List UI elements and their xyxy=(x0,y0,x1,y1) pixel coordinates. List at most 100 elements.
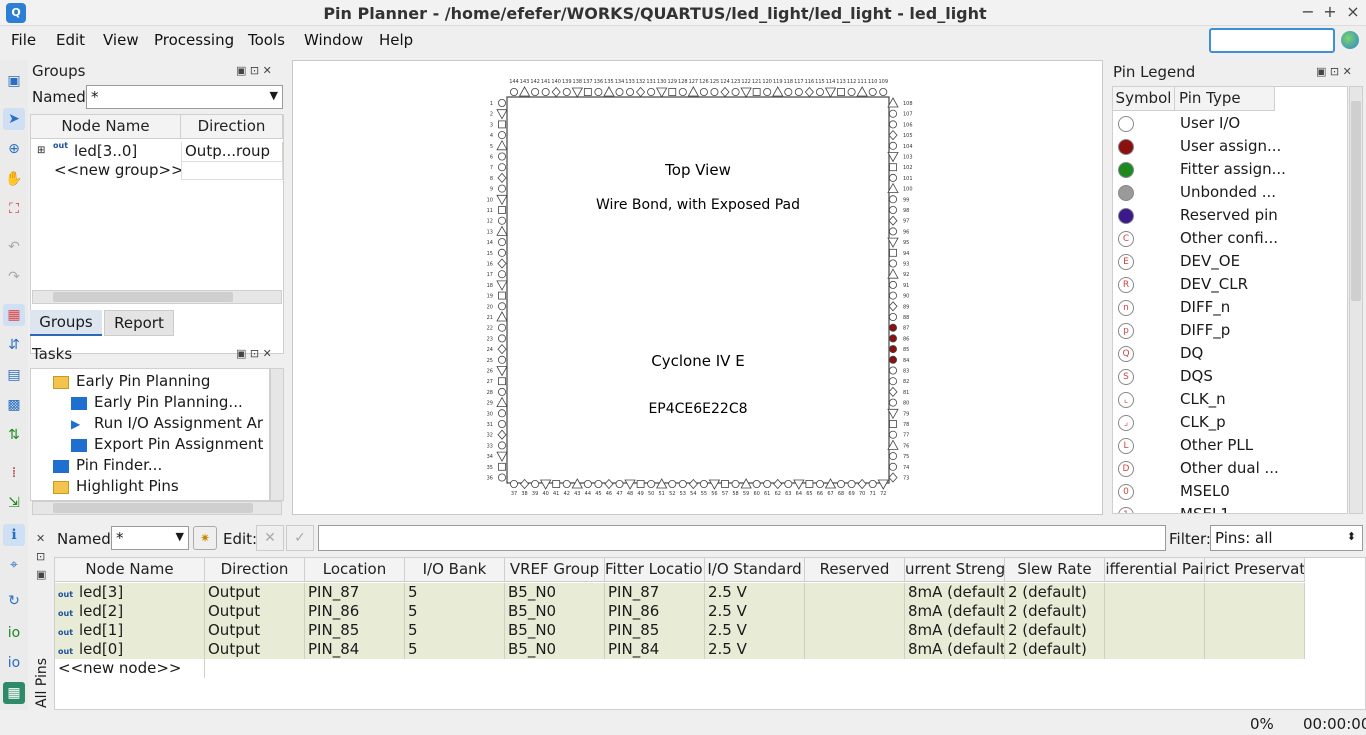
pin-135[interactable] xyxy=(603,86,615,97)
diff-cell[interactable] xyxy=(1105,602,1205,621)
fitter-cell[interactable]: PIN_84 xyxy=(605,640,705,659)
menu-window[interactable]: Window xyxy=(304,31,363,49)
location-cell[interactable]: PIN_84 xyxy=(305,640,405,659)
reserved-cell[interactable] xyxy=(805,583,905,602)
menu-help[interactable]: Help xyxy=(379,31,413,49)
pin-116[interactable] xyxy=(804,86,814,98)
pin-73[interactable] xyxy=(888,472,898,483)
pin-57[interactable] xyxy=(721,480,729,488)
pins-column-header[interactable]: VREF Group xyxy=(505,558,605,582)
pin-28[interactable] xyxy=(497,387,506,396)
pin-47[interactable] xyxy=(615,479,624,488)
pin-125[interactable] xyxy=(710,87,719,96)
node-name-cell[interactable]: out led[3] xyxy=(55,583,205,602)
groups-scrollbar[interactable] xyxy=(32,290,282,304)
pin-82[interactable] xyxy=(889,377,898,386)
panel-buttons[interactable]: ▣ ⊡ ✕ xyxy=(236,64,272,77)
pin-50[interactable] xyxy=(647,479,656,488)
slew-cell[interactable]: 2 (default) xyxy=(1005,640,1105,659)
direction-cell[interactable]: Output xyxy=(205,602,305,621)
pin-2[interactable] xyxy=(496,109,508,120)
bank-cell[interactable]: 5 xyxy=(405,640,505,659)
pin-45[interactable] xyxy=(594,479,603,488)
pin-133[interactable] xyxy=(626,87,635,96)
table-row[interactable]: out led[3] Output PIN_87 5 B5_N0 PIN_87 2.5 V 8m… xyxy=(55,583,1305,602)
pin-3[interactable] xyxy=(498,120,506,129)
pin-15[interactable] xyxy=(497,248,506,257)
pin-31[interactable] xyxy=(497,419,506,428)
slew-cell[interactable]: 2 (default) xyxy=(1005,621,1105,640)
table-row[interactable]: out led[0] Output PIN_84 5 B5_N0 PIN_84 2.5 V 8m… xyxy=(55,640,1305,659)
pins-column-header[interactable]: I/O Bank xyxy=(405,558,505,582)
standard-cell[interactable]: 2.5 V xyxy=(705,602,805,621)
pin-84[interactable] xyxy=(889,355,898,364)
pin-35[interactable] xyxy=(498,462,506,471)
panel-buttons[interactable]: ✕ ⊡ ▣ xyxy=(36,530,48,584)
pin-48[interactable] xyxy=(624,479,636,490)
pin-74[interactable] xyxy=(889,462,898,471)
pin-80[interactable] xyxy=(889,398,898,407)
pin-66[interactable] xyxy=(815,479,824,488)
pin-137[interactable] xyxy=(583,88,592,96)
pin-139[interactable] xyxy=(562,87,571,96)
chevron-down-icon[interactable]: ▼ xyxy=(176,530,184,543)
location-cell[interactable]: PIN_85 xyxy=(305,621,405,640)
pin-134[interactable] xyxy=(615,87,624,96)
menu-view[interactable]: View xyxy=(103,31,139,49)
pin-129[interactable] xyxy=(668,88,677,96)
pin-128[interactable] xyxy=(678,87,687,96)
pin-planner-icon[interactable]: ▣ xyxy=(3,70,25,92)
diff-cell[interactable] xyxy=(1105,640,1205,659)
new-node-row[interactable]: <<new node>> xyxy=(55,659,205,678)
task-item[interactable]: Highlight Pins xyxy=(53,477,179,495)
pins-column-header[interactable]: Reserved xyxy=(805,558,905,582)
pin-93[interactable] xyxy=(889,259,898,268)
pin-140[interactable] xyxy=(551,86,561,98)
pin-9[interactable] xyxy=(497,184,506,193)
pin-99[interactable] xyxy=(889,195,898,204)
groups-named-field[interactable]: * ▼ xyxy=(86,85,283,109)
menu-tools[interactable]: Tools xyxy=(248,31,285,49)
pin-143[interactable] xyxy=(518,86,531,97)
legend-col-symbol[interactable]: Symbol xyxy=(1113,87,1175,111)
pin-78[interactable] xyxy=(889,420,897,428)
diff-cell[interactable] xyxy=(1105,583,1205,602)
pin-114[interactable] xyxy=(824,87,837,98)
edit-input[interactable] xyxy=(318,525,1166,551)
pin-1[interactable] xyxy=(497,99,506,108)
fitter-cell[interactable]: PIN_85 xyxy=(605,621,705,640)
pins-column-header[interactable]: Location xyxy=(305,558,405,582)
pin-49[interactable] xyxy=(636,480,645,488)
pin-120[interactable] xyxy=(763,87,772,96)
pin-83[interactable] xyxy=(889,366,898,375)
task-item[interactable]: ▶ Run I/O Assignment Ar xyxy=(71,414,263,432)
io-icon[interactable]: io xyxy=(3,622,25,644)
pin-117[interactable] xyxy=(794,87,803,96)
pin-5[interactable] xyxy=(496,139,508,151)
pin-119[interactable] xyxy=(772,86,784,97)
pin-17[interactable] xyxy=(497,270,506,279)
pin-58[interactable] xyxy=(731,479,740,488)
current-cell[interactable]: 8mA (default) xyxy=(905,602,1005,621)
pins-column-header[interactable]: ifferential Pai xyxy=(1105,558,1205,582)
pin-111[interactable] xyxy=(856,86,868,97)
pin-63[interactable] xyxy=(784,479,793,488)
pin-23[interactable] xyxy=(497,334,506,343)
pin-75[interactable] xyxy=(889,452,898,461)
pins-column-header[interactable]: urrent Strengt xyxy=(905,558,1005,582)
diff-pin-icon[interactable]: ⇵ xyxy=(3,334,25,356)
menu-processing[interactable]: Processing xyxy=(154,31,234,49)
tasks-hscrollbar[interactable] xyxy=(32,501,282,515)
export-icon[interactable]: ⇲ xyxy=(3,492,25,514)
pin-61[interactable] xyxy=(763,479,772,488)
column-header-node-name[interactable]: Node Name xyxy=(31,115,181,139)
chip-package-view[interactable]: Top View Wire Bond, with Exposed Pad Cyc… xyxy=(293,61,1104,516)
standard-cell[interactable]: 2.5 V xyxy=(705,640,805,659)
all-pins-tab[interactable]: All Pins xyxy=(34,658,50,708)
strict-cell[interactable] xyxy=(1205,640,1305,659)
pin-130[interactable] xyxy=(656,87,668,98)
pin-110[interactable] xyxy=(868,87,877,96)
reserved-cell[interactable] xyxy=(805,621,905,640)
slew-cell[interactable]: 2 (default) xyxy=(1005,602,1105,621)
pin-11[interactable] xyxy=(498,206,506,214)
